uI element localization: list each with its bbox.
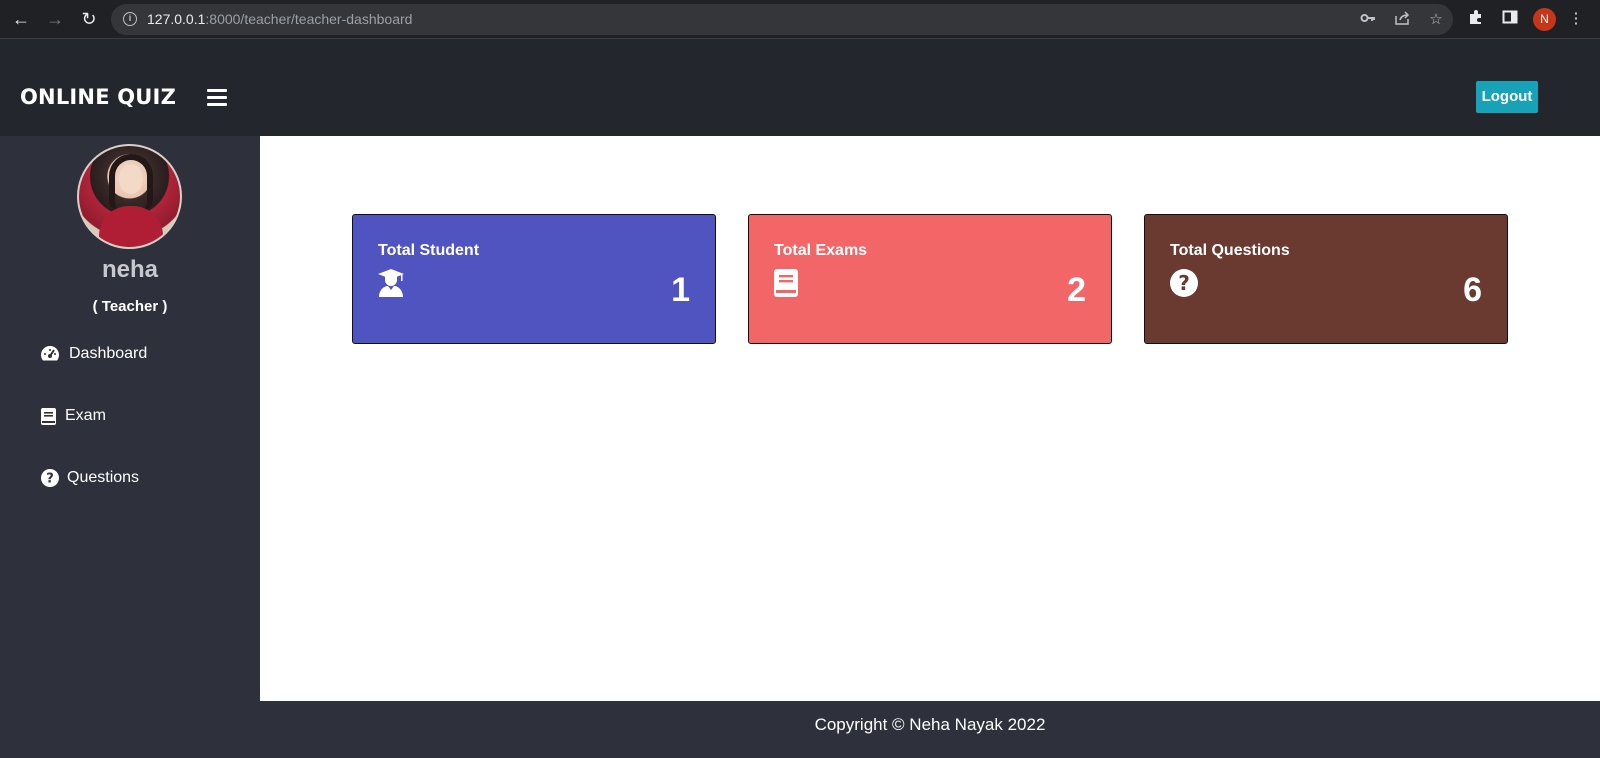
stat-card-exams[interactable]: Total Exams 2 [748, 214, 1112, 344]
url-host: 127.0.0.1 [147, 11, 206, 27]
sidebar-item-questions[interactable]: ? Questions [40, 466, 139, 490]
reload-icon[interactable]: ↻ [78, 8, 100, 30]
site-info-icon[interactable]: i [123, 12, 137, 26]
svg-text:?: ? [1178, 271, 1190, 295]
card-value: 2 [1067, 271, 1086, 309]
sidebar-item-label: Exam [65, 407, 106, 424]
sidebar: neha ( Teacher ) Dashboard Exam ? Questi… [0, 136, 260, 758]
question-circle-icon: ? [40, 468, 60, 488]
sidebar-item-dashboard[interactable]: Dashboard [40, 342, 147, 366]
logout-button[interactable]: Logout [1476, 81, 1538, 113]
book-icon [40, 406, 56, 426]
browser-toolbar: ← → ↻ i 127.0.0.1:8000/teacher/teacher-d… [0, 0, 1600, 39]
dashboard-main: Total Student 1 Total Exams 2 Total Ques… [260, 136, 1600, 701]
stat-card-questions[interactable]: Total Questions ? 6 [1144, 214, 1508, 344]
copyright-text: Copyright © Neha Nayak 2022 [814, 715, 1046, 734]
hamburger-menu-icon[interactable] [207, 89, 227, 106]
card-title: Total Exams [774, 242, 868, 259]
side-panel-icon[interactable] [1500, 9, 1520, 29]
user-role: ( Teacher ) [92, 298, 168, 315]
key-icon[interactable] [1358, 10, 1378, 30]
speedometer-icon [40, 344, 60, 364]
back-icon[interactable]: ← [10, 8, 32, 30]
user-name: neha [101, 256, 158, 283]
stat-card-students[interactable]: Total Student 1 [352, 214, 716, 344]
card-value: 6 [1463, 271, 1482, 309]
brand-title: ONLINE QUIZ [20, 85, 176, 109]
sidebar-item-exam[interactable]: Exam [40, 404, 106, 428]
url-text[interactable]: 127.0.0.1:8000/teacher/teacher-dashboard [147, 11, 412, 27]
sidebar-item-label: Questions [67, 469, 140, 486]
book-icon [774, 269, 802, 297]
share-icon[interactable] [1392, 10, 1412, 30]
forward-icon[interactable]: → [44, 8, 66, 30]
question-circle-icon: ? [1170, 269, 1198, 297]
address-bar[interactable]: i 127.0.0.1:8000/teacher/teacher-dashboa… [111, 4, 1453, 35]
card-title: Total Student [378, 242, 480, 259]
browser-profile-avatar[interactable]: N [1533, 8, 1556, 31]
page-footer: Copyright © Neha Nayak 2022 [260, 701, 1600, 758]
more-menu-icon[interactable]: ⋮ [1566, 9, 1586, 29]
sidebar-item-label: Dashboard [69, 345, 148, 362]
graduate-user-icon [378, 269, 406, 297]
card-value: 1 [671, 271, 690, 309]
url-path: :8000/teacher/teacher-dashboard [205, 11, 413, 27]
card-title: Total Questions [1170, 242, 1290, 259]
profile-avatar [77, 144, 182, 249]
bookmark-star-icon[interactable]: ☆ [1426, 10, 1446, 30]
app-header: ONLINE QUIZ Logout [0, 39, 1600, 136]
svg-text:?: ? [46, 472, 54, 487]
extensions-puzzle-icon[interactable] [1466, 9, 1486, 29]
